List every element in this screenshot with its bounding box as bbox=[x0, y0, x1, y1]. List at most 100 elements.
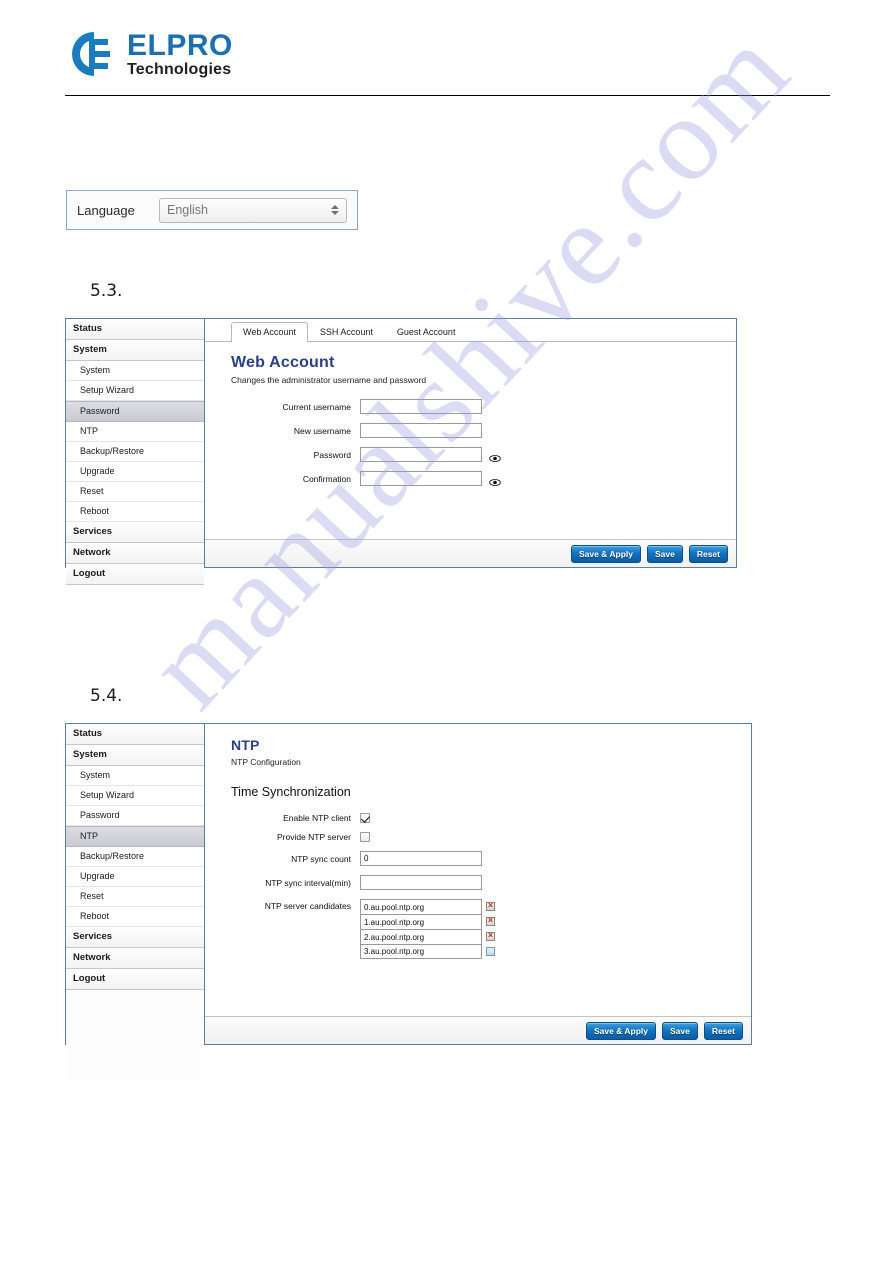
sidebar-item-label: System bbox=[80, 770, 111, 780]
field-label: NTP sync count bbox=[291, 853, 351, 864]
sidebar-navigation: Status System System Setup Wizard Password NT… bbox=[66, 724, 205, 1080]
sidebar-item-setup-wizard[interactable]: Setup Wizard bbox=[66, 786, 204, 806]
sidebar-item-label: Reset bbox=[80, 486, 104, 496]
sidebar-item-label: Status bbox=[73, 728, 103, 739]
confirmation-input[interactable] bbox=[360, 471, 482, 486]
field-label: Current username bbox=[282, 401, 351, 412]
ntp-sync-interval-min-input[interactable] bbox=[360, 875, 482, 890]
language-setting-box: Language English bbox=[66, 190, 358, 230]
sidebar-item-upgrade[interactable]: Upgrade bbox=[66, 867, 204, 887]
elpro-e-globe-icon bbox=[70, 30, 118, 78]
sidebar-item-services[interactable]: Services bbox=[66, 522, 204, 543]
field-label: New username bbox=[293, 425, 351, 436]
ntp-server-candidate-row bbox=[360, 944, 495, 959]
ntp-server-candidate-input[interactable] bbox=[360, 929, 482, 944]
tab-label: SSH Account bbox=[319, 327, 373, 337]
ntp-form: Enable NTP client Provide NTP server NTP s… bbox=[231, 813, 751, 959]
language-select[interactable]: English bbox=[159, 197, 347, 223]
sidebar-item-label: Password bbox=[80, 810, 120, 820]
eye-icon[interactable] bbox=[489, 450, 501, 462]
sidebar-item-label: Status bbox=[73, 323, 103, 334]
sidebar-item-label: Setup Wizard bbox=[80, 790, 135, 800]
ntp-sync-count-input[interactable] bbox=[360, 851, 482, 866]
current-username-input[interactable] bbox=[360, 399, 482, 414]
sidebar-item-label: Logout bbox=[73, 568, 106, 579]
tab-ssh-account[interactable]: SSH Account bbox=[308, 322, 385, 342]
content-body: NTP NTP Configuration Time Synchronizati… bbox=[205, 724, 751, 1016]
tab-guest-account[interactable]: Guest Account bbox=[385, 322, 468, 342]
ntp-server-candidate-input[interactable] bbox=[360, 944, 482, 959]
save-apply-button[interactable]: Save & Apply bbox=[570, 544, 641, 563]
field-label: NTP sync interval(min) bbox=[265, 877, 351, 888]
sidebar-item-label: Services bbox=[73, 931, 113, 942]
action-bar: Save & Apply Save Reset bbox=[205, 539, 736, 567]
field-label: Provide NTP server bbox=[276, 832, 351, 842]
sidebar-item-logout[interactable]: Logout bbox=[66, 564, 204, 585]
sidebar-item-logout[interactable]: Logout bbox=[66, 969, 204, 990]
sidebar-item-password[interactable]: Password bbox=[66, 401, 204, 422]
provide-ntp-server-checkbox[interactable] bbox=[360, 832, 370, 842]
sidebar-item-system[interactable]: System bbox=[66, 745, 204, 766]
field-label: Confirmation bbox=[302, 473, 351, 484]
ntp-server-candidates-label: NTP server candidates bbox=[264, 901, 351, 911]
form-row: Password bbox=[231, 447, 736, 462]
password-input[interactable] bbox=[360, 447, 482, 462]
form-row: NTP sync interval(min) bbox=[231, 875, 751, 890]
sidebar-item-network[interactable]: Network bbox=[66, 948, 204, 969]
ntp-screenshot: Status System System Setup Wizard Password NT… bbox=[65, 723, 752, 1080]
sidebar-item-system[interactable]: System bbox=[66, 361, 204, 381]
sidebar-item-label: Password bbox=[80, 406, 120, 416]
web-account-form: Current username New username Password Conf… bbox=[231, 399, 736, 486]
action-bar: Save & Apply Save Reset bbox=[205, 1016, 751, 1044]
sidebar-navigation: Status System System Setup Wizard Password NT… bbox=[66, 319, 205, 585]
sidebar-item-network[interactable]: Network bbox=[66, 543, 204, 564]
tab-bar: Web Account SSH Account Guest Account bbox=[205, 319, 736, 343]
sidebar-item-system[interactable]: System bbox=[66, 340, 204, 361]
logo-subtitle: Technologies bbox=[127, 60, 232, 78]
up-down-stepper-icon[interactable] bbox=[331, 205, 339, 215]
content-body: Web Account Changes the administrator us… bbox=[205, 342, 736, 539]
tab-web-account[interactable]: Web Account bbox=[231, 322, 308, 343]
sidebar-item-system[interactable]: System bbox=[66, 766, 204, 786]
ntp-server-candidate-input[interactable] bbox=[360, 914, 482, 929]
sidebar-item-ntp[interactable]: NTP bbox=[66, 422, 204, 442]
ntp-server-candidate-row bbox=[360, 899, 495, 914]
remove-icon[interactable] bbox=[486, 930, 495, 941]
sidebar-item-reset[interactable]: Reset bbox=[66, 482, 204, 502]
sidebar-item-setup-wizard[interactable]: Setup Wizard bbox=[66, 381, 204, 401]
sidebar-item-label: Setup Wizard bbox=[80, 385, 135, 395]
reset-button[interactable]: Reset bbox=[688, 544, 728, 563]
remove-icon[interactable] bbox=[486, 915, 495, 926]
sidebar-item-services[interactable]: Services bbox=[66, 927, 204, 948]
page-title: NTP bbox=[231, 737, 260, 753]
sidebar-item-reboot[interactable]: Reboot bbox=[66, 907, 204, 927]
sidebar-item-ntp[interactable]: NTP bbox=[66, 826, 204, 847]
sidebar-item-reboot[interactable]: Reboot bbox=[66, 502, 204, 522]
save-button[interactable]: Save bbox=[661, 1021, 698, 1040]
tab-label: Guest Account bbox=[396, 327, 456, 337]
sidebar-item-backup-restore[interactable]: Backup/Restore bbox=[66, 847, 204, 867]
language-label: Language bbox=[77, 202, 135, 218]
sidebar-item-upgrade[interactable]: Upgrade bbox=[66, 462, 204, 482]
add-icon[interactable] bbox=[486, 947, 495, 956]
sidebar-item-status[interactable]: Status bbox=[66, 319, 204, 340]
sidebar-item-label: Backup/Restore bbox=[80, 446, 145, 456]
save-button[interactable]: Save bbox=[646, 544, 683, 563]
field-label: Enable NTP client bbox=[283, 813, 351, 823]
enable-ntp-client-checkbox[interactable] bbox=[360, 813, 370, 823]
eye-icon[interactable] bbox=[489, 474, 501, 486]
reset-button[interactable]: Reset bbox=[703, 1021, 743, 1040]
remove-icon[interactable] bbox=[486, 900, 495, 911]
sidebar-item-password[interactable]: Password bbox=[66, 806, 204, 826]
chevron-up-icon bbox=[331, 205, 339, 209]
sidebar-item-backup-restore[interactable]: Backup/Restore bbox=[66, 442, 204, 462]
sidebar-item-status[interactable]: Status bbox=[66, 724, 204, 745]
sidebar-item-label: Upgrade bbox=[80, 871, 115, 881]
new-username-input[interactable] bbox=[360, 423, 482, 438]
page-subtitle: Changes the administrator username and p… bbox=[231, 375, 427, 385]
ntp-server-candidate-input[interactable] bbox=[360, 899, 482, 914]
form-row: Confirmation bbox=[231, 471, 736, 486]
save-apply-button[interactable]: Save & Apply bbox=[585, 1021, 656, 1040]
sidebar-item-reset[interactable]: Reset bbox=[66, 887, 204, 907]
section-number-53: 5.3. bbox=[90, 281, 123, 301]
